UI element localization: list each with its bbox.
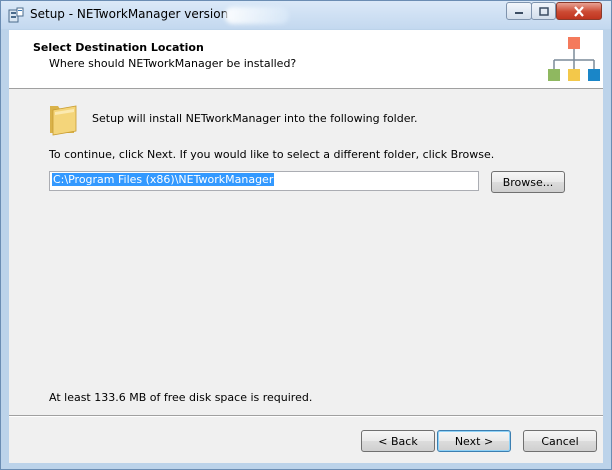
browse-button-label: Browse... [502, 175, 554, 189]
wizard-header: Select Destination Location Where should… [9, 30, 603, 89]
title-bar[interactable]: Setup - NETworkManager version [1, 1, 611, 29]
page-subtitle: Where should NETworkManager be installed… [49, 57, 297, 70]
destination-path-input[interactable]: C:\Program Files (x86)\NETworkManager [49, 171, 479, 191]
page-title: Select Destination Location [33, 41, 204, 54]
folder-icon [50, 105, 77, 136]
wizard-client-area: Select Destination Location Where should… [9, 30, 603, 463]
back-button-label: < Back [378, 434, 418, 448]
minimize-button[interactable] [506, 2, 532, 20]
back-button[interactable]: < Back [361, 430, 435, 452]
close-button[interactable] [556, 2, 602, 20]
minimize-icon [515, 12, 523, 14]
footer-divider [9, 415, 603, 417]
cancel-button[interactable]: Cancel [523, 430, 597, 452]
maximize-button[interactable] [531, 2, 556, 20]
setup-window: Setup - NETworkManager version Select De… [0, 0, 612, 470]
window-title: Setup - NETworkManager version [30, 7, 229, 21]
install-info-text: Setup will install NETworkManager into t… [92, 112, 418, 125]
setup-app-icon [8, 7, 24, 23]
continue-instructions: To continue, click Next. If you would li… [49, 148, 495, 161]
title-obscured-region [225, 7, 289, 24]
cancel-button-label: Cancel [541, 434, 579, 448]
next-button[interactable]: Next > [437, 430, 511, 452]
browse-button[interactable]: Browse... [491, 171, 565, 193]
next-button-label: Next > [454, 434, 494, 448]
network-diagram-icon [548, 37, 600, 81]
disk-space-requirement: At least 133.6 MB of free disk space is … [49, 391, 313, 404]
close-icon [574, 5, 584, 17]
destination-path-value: C:\Program Files (x86)\NETworkManager [52, 173, 275, 186]
maximize-icon [538, 6, 549, 16]
